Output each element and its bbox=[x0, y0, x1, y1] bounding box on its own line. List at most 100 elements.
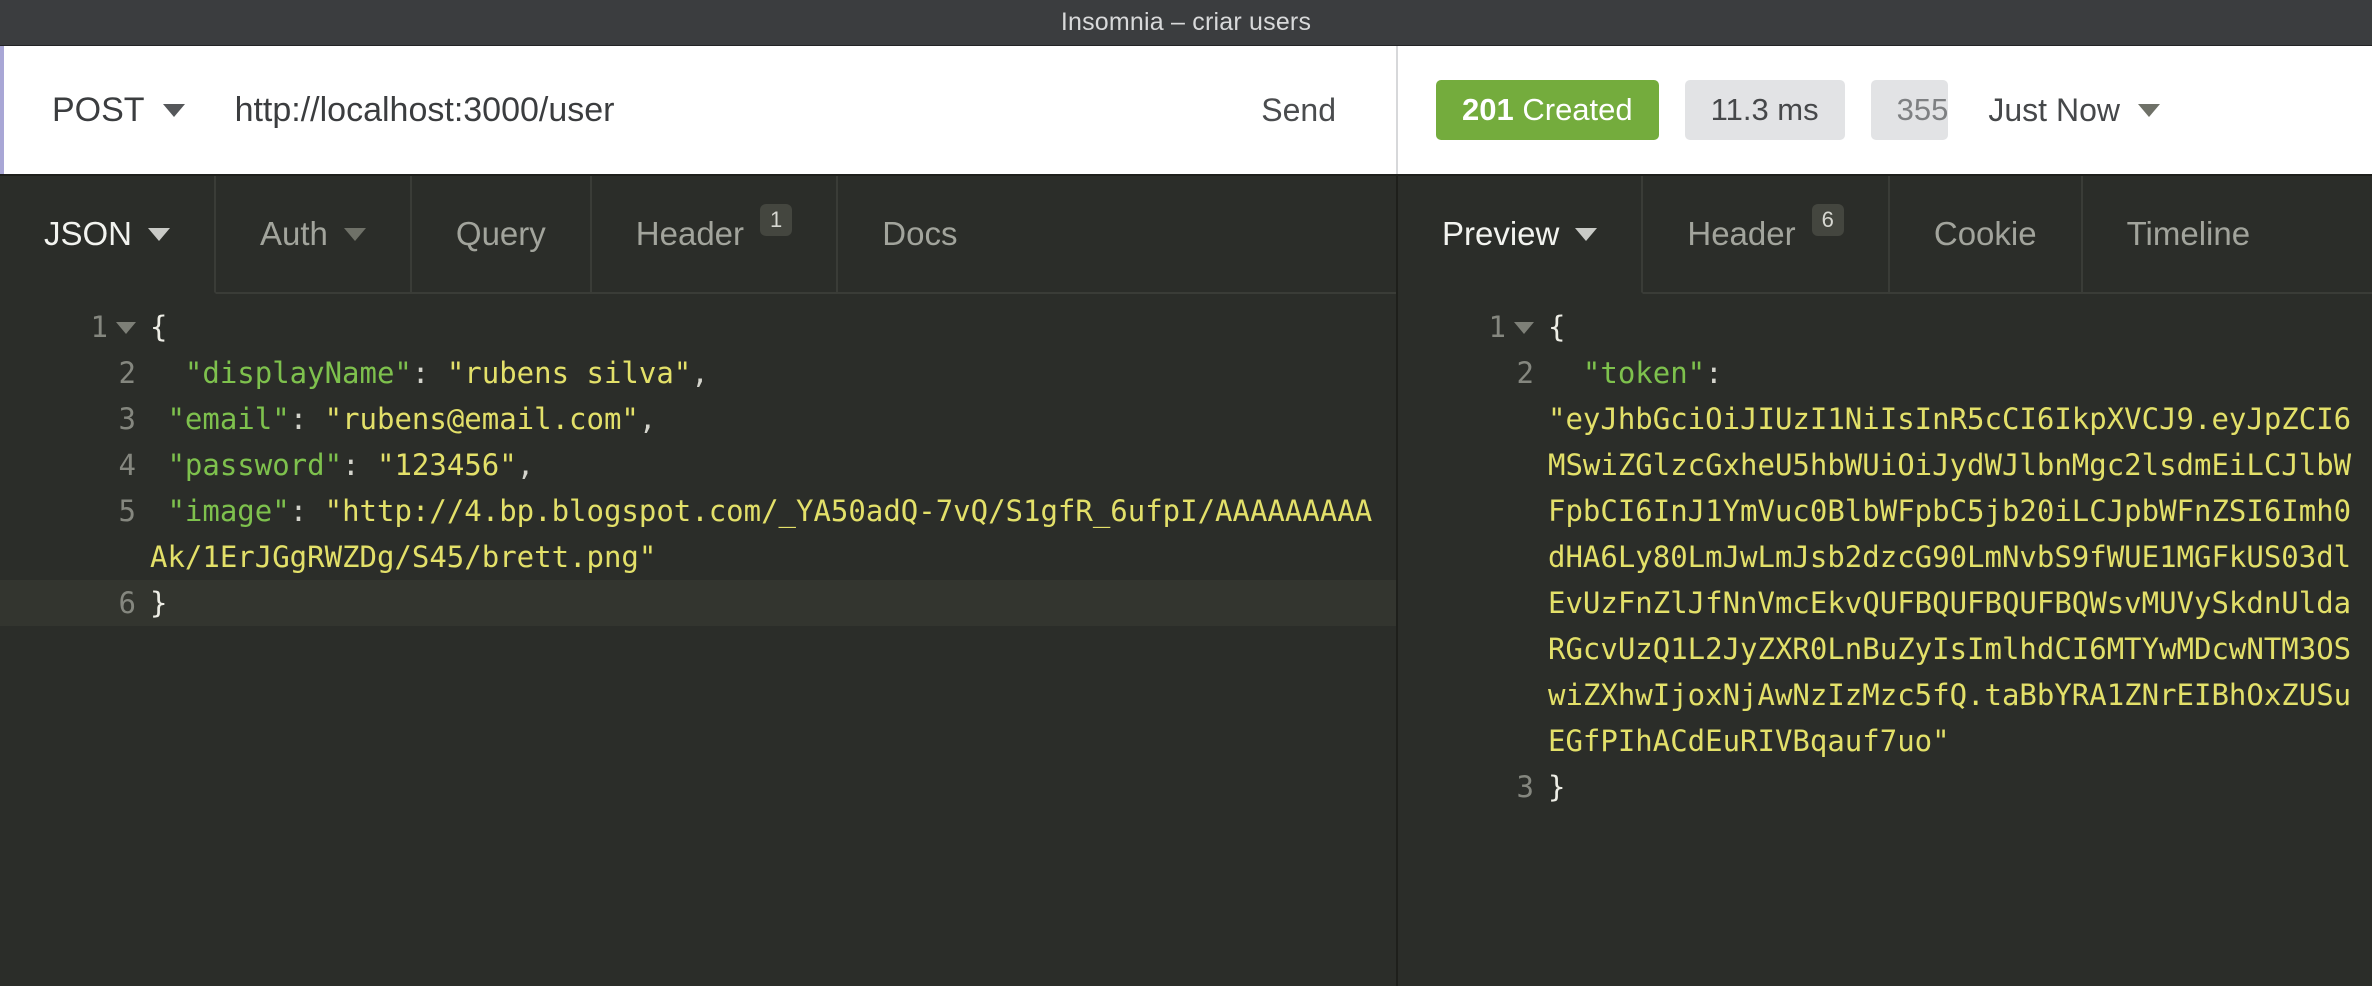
tab-label: Query bbox=[455, 215, 546, 252]
code-token: : bbox=[289, 402, 325, 436]
line-number: 4 bbox=[118, 448, 136, 482]
tab-response-cookie[interactable]: Cookie bbox=[1890, 176, 2083, 292]
http-method-dropdown[interactable]: POST bbox=[4, 91, 185, 130]
fold-triangle-icon[interactable] bbox=[116, 322, 136, 334]
line-number: 6 bbox=[118, 586, 136, 620]
code-token: } bbox=[1548, 770, 1566, 804]
status-code: 201 bbox=[1462, 92, 1514, 127]
code-text: "email": "rubens@email.com", bbox=[150, 396, 1396, 442]
fold-triangle-icon[interactable] bbox=[1514, 322, 1534, 334]
tab-label: Header bbox=[1687, 215, 1796, 252]
code-text: { bbox=[1548, 304, 2372, 350]
tab-label: Docs bbox=[882, 215, 958, 252]
code-token: "rubens@email.com" bbox=[324, 402, 639, 436]
tab-label: Preview bbox=[1442, 215, 1560, 252]
tab-response-timeline[interactable]: Timeline bbox=[2083, 176, 2294, 292]
code-text: "token": "eyJhbGciOiJIUzI1NiIsInR5cCI6Ik… bbox=[1548, 350, 2372, 764]
tab-label: Cookie bbox=[1933, 215, 2037, 252]
code-token: { bbox=[150, 310, 168, 344]
chevron-down-icon bbox=[1575, 227, 1598, 241]
code-token: { bbox=[1548, 310, 1566, 344]
panes-container: JSON Auth Query Header 1 Docs 1{2 "displayNam… bbox=[0, 176, 2372, 986]
code-token: , bbox=[516, 448, 535, 482]
line-number: 2 bbox=[1516, 356, 1534, 390]
code-text: } bbox=[150, 580, 1396, 626]
response-time-badge[interactable]: 11.3 ms bbox=[1684, 80, 1845, 140]
response-body-viewer[interactable]: 1{2 "token": "eyJhbGciOiJIUzI1NiIsInR5cC… bbox=[1398, 294, 2372, 986]
chevron-down-icon bbox=[148, 227, 171, 241]
code-token: "123456" bbox=[377, 448, 517, 482]
request-pane: JSON Auth Query Header 1 Docs 1{2 "displayNam… bbox=[0, 176, 1398, 986]
url-status-row: POST http://localhost:3000/user Send 201… bbox=[0, 46, 2372, 176]
tab-response-preview[interactable]: Preview bbox=[1398, 176, 1644, 294]
code-text: "displayName": "rubens silva", bbox=[150, 350, 1396, 396]
code-token: , bbox=[638, 402, 657, 436]
chevron-down-icon bbox=[2137, 103, 2160, 117]
code-token: "http://4.bp.blogspot.com/_YA50adQ-7vQ/S… bbox=[150, 494, 1373, 574]
code-token: : bbox=[1705, 356, 1723, 390]
line-number: 3 bbox=[118, 402, 136, 436]
code-token: : bbox=[342, 448, 377, 482]
code-text: { bbox=[150, 304, 1396, 350]
code-token: : bbox=[411, 356, 447, 390]
tab-label: Auth bbox=[260, 215, 328, 252]
code-token: "eyJhbGciOiJIUzI1NiIsInR5cCI6IkpXVCJ9.ey… bbox=[1548, 402, 2352, 758]
code-line: 2 "displayName": "rubens silva", bbox=[0, 350, 1396, 396]
tab-count-badge: 6 bbox=[1811, 204, 1844, 236]
request-url-pane: POST http://localhost:3000/user Send bbox=[0, 46, 1398, 174]
code-line: 1{ bbox=[1398, 304, 2372, 350]
chevron-down-icon bbox=[343, 227, 366, 241]
code-token: "displayName" bbox=[184, 356, 412, 390]
tab-response-header[interactable]: Header 6 bbox=[1643, 176, 1890, 292]
window-title-bar: Insomnia – criar users bbox=[0, 0, 2372, 46]
code-token: "password" bbox=[167, 448, 343, 482]
status-badge[interactable]: 201 Created bbox=[1436, 80, 1659, 140]
code-token: "email" bbox=[167, 402, 290, 436]
code-line: 3} bbox=[1398, 764, 2372, 810]
code-text: "image": "http://4.bp.blogspot.com/_YA50… bbox=[150, 488, 1396, 580]
tab-label: JSON bbox=[44, 215, 133, 252]
response-status-pane: 201 Created 11.3 ms 355 Just Now bbox=[1398, 46, 2372, 174]
code-line: 4 "password": "123456", bbox=[0, 442, 1396, 488]
response-history-label: Just Now bbox=[1988, 91, 2120, 128]
response-size-badge[interactable]: 355 bbox=[1870, 80, 1949, 140]
line-number: 2 bbox=[118, 356, 136, 390]
code-token: "token" bbox=[1582, 356, 1706, 390]
tab-request-auth[interactable]: Auth bbox=[216, 176, 412, 292]
http-method-label: POST bbox=[52, 90, 145, 129]
code-token: "rubens silva" bbox=[446, 356, 692, 390]
send-button[interactable]: Send bbox=[1261, 92, 1396, 129]
code-token: , bbox=[691, 356, 709, 390]
url-input[interactable]: http://localhost:3000/user bbox=[235, 91, 1262, 130]
tab-request-header[interactable]: Header 1 bbox=[592, 176, 839, 292]
code-line: 5 "image": "http://4.bp.blogspot.com/_YA… bbox=[0, 488, 1396, 580]
code-line: 1{ bbox=[0, 304, 1396, 350]
request-body-editor[interactable]: 1{2 "displayName": "rubens silva", 3 "ema… bbox=[0, 294, 1396, 986]
tab-request-json[interactable]: JSON bbox=[0, 176, 217, 294]
tab-label: Timeline bbox=[2126, 215, 2251, 252]
line-number: 3 bbox=[1516, 770, 1534, 804]
code-token: "image" bbox=[167, 494, 290, 528]
line-number: 5 bbox=[118, 494, 136, 528]
tab-label: Header bbox=[635, 215, 745, 252]
line-number: 1 bbox=[1398, 304, 1548, 350]
tab-count-badge: 1 bbox=[760, 204, 793, 236]
code-line: 6} bbox=[0, 580, 1396, 626]
tab-request-query[interactable]: Query bbox=[412, 176, 592, 292]
response-pane: Preview Header 6 Cookie Timeline 1{2 "token"… bbox=[1398, 176, 2372, 986]
code-token: } bbox=[150, 586, 168, 620]
chevron-down-icon bbox=[162, 103, 185, 117]
response-history-dropdown[interactable]: Just Now bbox=[1988, 92, 2160, 129]
tab-request-docs[interactable]: Docs bbox=[838, 176, 1001, 292]
code-line: 2 "token": "eyJhbGciOiJIUzI1NiIsInR5cCI6… bbox=[1398, 350, 2372, 764]
status-text: Created bbox=[1522, 92, 1633, 127]
window-title: Insomnia – criar users bbox=[1060, 8, 1312, 36]
line-number: 1 bbox=[0, 304, 150, 350]
response-tab-strip: Preview Header 6 Cookie Timeline bbox=[1398, 176, 2372, 294]
code-line: 3 "email": "rubens@email.com", bbox=[0, 396, 1396, 442]
